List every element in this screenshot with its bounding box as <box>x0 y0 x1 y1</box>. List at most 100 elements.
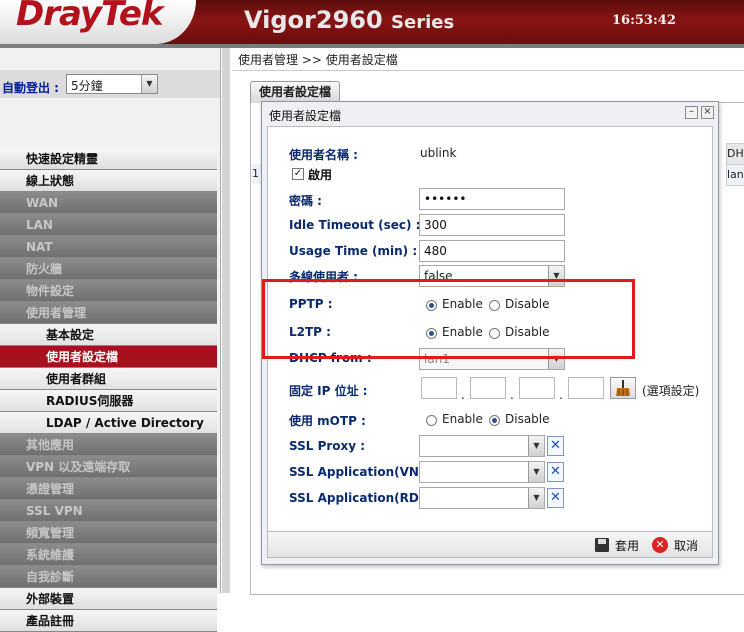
l2tp-label: L2TP : <box>289 325 331 339</box>
sidebar-item[interactable]: 快速設定精靈 <box>0 148 217 170</box>
sidebar-item[interactable]: 系統維護 <box>0 544 217 566</box>
minimize-icon[interactable]: – <box>685 106 698 119</box>
ip-octet-4[interactable] <box>568 377 604 399</box>
chevron-down-icon[interactable]: ▼ <box>548 266 564 286</box>
ssl-rdp-select[interactable]: ▼ <box>419 487 545 509</box>
sidebar-item[interactable]: 憑證管理 <box>0 478 217 500</box>
ssl-proxy-clear-icon[interactable]: ✕ <box>547 436 564 456</box>
chevron-down-icon[interactable]: ▼ <box>141 75 157 93</box>
l2tp-enable-label: Enable <box>442 325 483 339</box>
l2tp-disable-radio[interactable] <box>489 328 500 339</box>
usage-time-input[interactable]: 480 <box>419 240 565 262</box>
sidebar-item[interactable]: 使用者管理 <box>0 302 217 324</box>
sidebar-item[interactable]: 其他應用 <box>0 434 217 456</box>
model-label: Vigor2960 <box>244 6 383 34</box>
ip-octet-3[interactable] <box>519 377 555 399</box>
optional-note: (選項設定) <box>642 384 700 398</box>
sidebar-item[interactable]: LDAP / Active Directory <box>0 412 217 434</box>
multi-user-value: false <box>424 269 453 283</box>
sidebar-menu: 快速設定精靈 線上狀態 WAN LAN NAT 防火牆 物件設定 使用者管理 基本設定 使用者設定… <box>0 148 217 632</box>
ip-dot: . <box>559 388 563 402</box>
logo-area: DrayTek <box>0 0 196 44</box>
save-icon[interactable] <box>595 538 609 552</box>
sidebar-item[interactable]: 產品註冊 <box>0 610 217 632</box>
motp-disable-radio[interactable] <box>489 415 500 426</box>
apply-button[interactable]: 套用 <box>615 537 639 555</box>
motp-disable-label: Disable <box>505 412 550 426</box>
sidebar-item[interactable]: WAN <box>0 192 217 214</box>
multi-user-select[interactable]: false ▼ <box>419 265 565 287</box>
sidebar-item[interactable]: SSL VPN <box>0 500 217 522</box>
l2tp-enable-radio[interactable] <box>426 328 437 339</box>
sidebar-item[interactable]: 自我診斷 <box>0 566 217 588</box>
fixed-ip-label: 固定 IP 位址 : <box>289 384 368 398</box>
dialog-footer <box>267 532 713 558</box>
ssl-vnc-clear-icon[interactable]: ✕ <box>547 462 564 482</box>
ssl-proxy-select[interactable]: ▼ <box>419 435 545 457</box>
ip-dot: . <box>461 388 465 402</box>
ip-octet-1[interactable] <box>421 377 457 399</box>
auto-logout-select[interactable]: 5分鐘 ▼ <box>66 74 158 94</box>
sidebar-item[interactable]: 線上狀態 <box>0 170 217 192</box>
usage-time-label: Usage Time (min) : <box>289 244 418 258</box>
table-cell-lan: lan <box>726 164 744 186</box>
pptp-label: PPTP : <box>289 297 333 311</box>
breadcrumb: 使用者管理 >> 使用者設定檔 <box>238 53 398 67</box>
username-value: ublink <box>420 146 457 160</box>
draytek-logo: DrayTek <box>16 0 164 34</box>
ssl-proxy-label: SSL Proxy : <box>289 439 366 453</box>
clear-ip-button[interactable] <box>610 377 636 399</box>
auto-logout-label: 自動登出 : <box>2 81 59 95</box>
idle-timeout-label: Idle Timeout (sec) : <box>289 218 421 232</box>
close-icon[interactable]: × <box>701 106 714 119</box>
sidebar-item[interactable]: 頻寬管理 <box>0 522 217 544</box>
tab-user-profile[interactable]: 使用者設定檔 <box>250 81 340 103</box>
chevron-down-icon[interactable]: ▼ <box>528 462 544 482</box>
motp-enable-label: Enable <box>442 412 483 426</box>
ip-octet-2[interactable] <box>470 377 506 399</box>
top-header: DrayTek Vigor2960 Series 16:53:42 <box>0 0 744 44</box>
motp-label: 使用 mOTP : <box>289 414 366 428</box>
motp-enable-radio[interactable] <box>426 415 437 426</box>
chevron-down-icon[interactable]: ▼ <box>528 436 544 456</box>
sidebar-item[interactable]: 使用者群組 <box>0 368 217 390</box>
cancel-icon[interactable]: ✕ <box>652 537 668 553</box>
sidebar-item[interactable]: 外部裝置 <box>0 588 217 610</box>
sidebar: 自動登出 : 5分鐘 ▼ 快速設定精靈 線上狀態 WAN LAN NAT 防火牆 物件設定使… <box>0 48 221 632</box>
chevron-down-icon[interactable]: ▼ <box>548 349 564 369</box>
ssl-rdp-clear-icon[interactable]: ✕ <box>547 488 564 508</box>
pptp-disable-radio[interactable] <box>489 300 500 311</box>
dhcp-from-select[interactable]: lan1 ▼ <box>419 348 565 370</box>
password-label: 密碼 : <box>289 194 322 208</box>
sidebar-item[interactable]: 基本設定 <box>0 324 217 346</box>
enable-label: 啟用 <box>308 168 333 182</box>
sidebar-item[interactable]: VPN 以及遠端存取 <box>0 456 217 478</box>
sidebar-scrollbar[interactable] <box>222 48 230 593</box>
broom-icon <box>616 380 630 396</box>
pptp-enable-radio[interactable] <box>426 300 437 311</box>
sidebar-item[interactable]: 防火牆 <box>0 258 217 280</box>
multi-user-label: 多線使用者 : <box>289 270 358 284</box>
pptp-enable-label: Enable <box>442 297 483 311</box>
auto-logout-value: 5分鐘 <box>71 79 103 93</box>
dialog-title: 使用者設定檔 <box>269 109 342 123</box>
sidebar-item[interactable]: 使用者設定檔 <box>0 346 217 368</box>
table-header-dhcp: DH <box>726 143 744 165</box>
system-clock: 16:53:42 <box>612 13 676 28</box>
model-name: Vigor2960 Series <box>244 6 454 34</box>
dhcp-from-value: lan1 <box>424 352 450 366</box>
sidebar-item[interactable]: NAT <box>0 236 217 258</box>
idle-timeout-input[interactable]: 300 <box>419 214 565 236</box>
dhcp-from-label: DHCP from : <box>289 351 372 365</box>
username-label: 使用者名稱 : <box>289 148 358 162</box>
password-input[interactable]: •••••• <box>419 188 565 210</box>
chevron-down-icon[interactable]: ▼ <box>528 488 544 508</box>
pptp-disable-label: Disable <box>505 297 550 311</box>
ssl-vnc-select[interactable]: ▼ <box>419 461 545 483</box>
sidebar-item[interactable]: LAN <box>0 214 217 236</box>
l2tp-disable-label: Disable <box>505 325 550 339</box>
enable-checkbox[interactable]: ✓ <box>292 168 304 180</box>
sidebar-item[interactable]: 物件設定 <box>0 280 217 302</box>
cancel-button[interactable]: 取消 <box>674 537 698 555</box>
sidebar-item[interactable]: RADIUS伺服器 <box>0 390 217 412</box>
